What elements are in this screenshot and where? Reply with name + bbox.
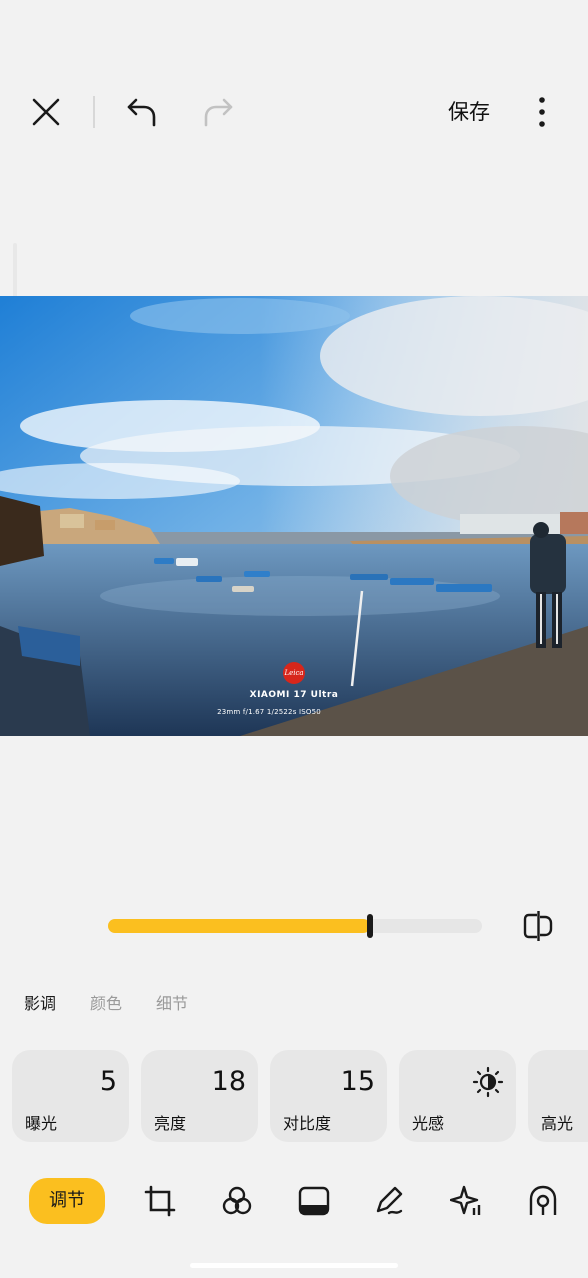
photo-watermark: Leica XIAOMI 17 Ultra 23mm f/1.67 1/2522… bbox=[0, 662, 588, 716]
adjustment-slider[interactable] bbox=[108, 914, 482, 938]
slider-fill bbox=[108, 919, 370, 933]
watermark-brand: XIAOMI 17 Ultra bbox=[249, 690, 339, 700]
toolbar-divider bbox=[93, 96, 95, 128]
brightness-sun-icon bbox=[472, 1066, 504, 1098]
more-options-button[interactable] bbox=[522, 92, 562, 132]
draw-icon[interactable] bbox=[373, 1184, 407, 1218]
filter-icon[interactable] bbox=[220, 1184, 254, 1218]
adjust-tabs: 影调 颜色 细节 bbox=[24, 990, 188, 1014]
portrait-icon[interactable] bbox=[526, 1184, 560, 1218]
frame-icon[interactable] bbox=[297, 1184, 331, 1218]
bottom-toolbar: 调节 bbox=[0, 1168, 588, 1234]
card-light-sense[interactable]: 光感 bbox=[399, 1050, 516, 1142]
leica-logo: Leica bbox=[283, 662, 305, 684]
photo-preview[interactable]: Leica XIAOMI 17 Ultra 23mm f/1.67 1/2522… bbox=[0, 296, 588, 736]
close-button[interactable] bbox=[26, 92, 66, 132]
scroll-hint bbox=[13, 243, 17, 301]
tool-adjust-button[interactable]: 调节 bbox=[29, 1178, 105, 1224]
save-button[interactable]: 保存 bbox=[448, 96, 490, 126]
card-contrast[interactable]: 15 对比度 bbox=[270, 1050, 387, 1142]
card-label: 光感 bbox=[412, 1114, 445, 1133]
redo-button[interactable] bbox=[198, 92, 238, 132]
card-value: 15 bbox=[340, 1066, 375, 1097]
redo-icon bbox=[204, 98, 233, 127]
watermark-specs: 23mm f/1.67 1/2522s ISO50 bbox=[217, 708, 321, 716]
more-vertical-icon bbox=[539, 97, 545, 127]
top-bar: 保存 bbox=[0, 80, 588, 144]
card-highlights[interactable]: 高光 bbox=[528, 1050, 588, 1142]
card-label: 对比度 bbox=[283, 1114, 332, 1133]
adjustment-cards: 5 曝光 18 亮度 15 对比度 光感 高光 bbox=[12, 1050, 588, 1142]
tab-tone[interactable]: 影调 bbox=[24, 990, 56, 1014]
crop-icon[interactable] bbox=[143, 1184, 177, 1218]
undo-button[interactable] bbox=[122, 92, 162, 132]
card-brightness[interactable]: 18 亮度 bbox=[141, 1050, 258, 1142]
tab-detail[interactable]: 细节 bbox=[156, 990, 188, 1014]
compare-button[interactable] bbox=[520, 908, 556, 944]
card-value: 5 bbox=[99, 1066, 117, 1097]
card-label: 曝光 bbox=[25, 1114, 58, 1133]
card-value: 18 bbox=[211, 1066, 246, 1097]
close-icon bbox=[32, 98, 60, 126]
undo-icon bbox=[127, 98, 156, 127]
card-label: 高光 bbox=[541, 1114, 574, 1133]
home-indicator bbox=[190, 1263, 398, 1268]
slider-thumb[interactable] bbox=[367, 914, 373, 938]
tab-color[interactable]: 颜色 bbox=[90, 990, 122, 1014]
ai-sparkle-icon[interactable] bbox=[450, 1184, 484, 1218]
card-label: 亮度 bbox=[154, 1114, 187, 1133]
card-exposure[interactable]: 5 曝光 bbox=[12, 1050, 129, 1142]
compare-icon bbox=[523, 911, 553, 941]
